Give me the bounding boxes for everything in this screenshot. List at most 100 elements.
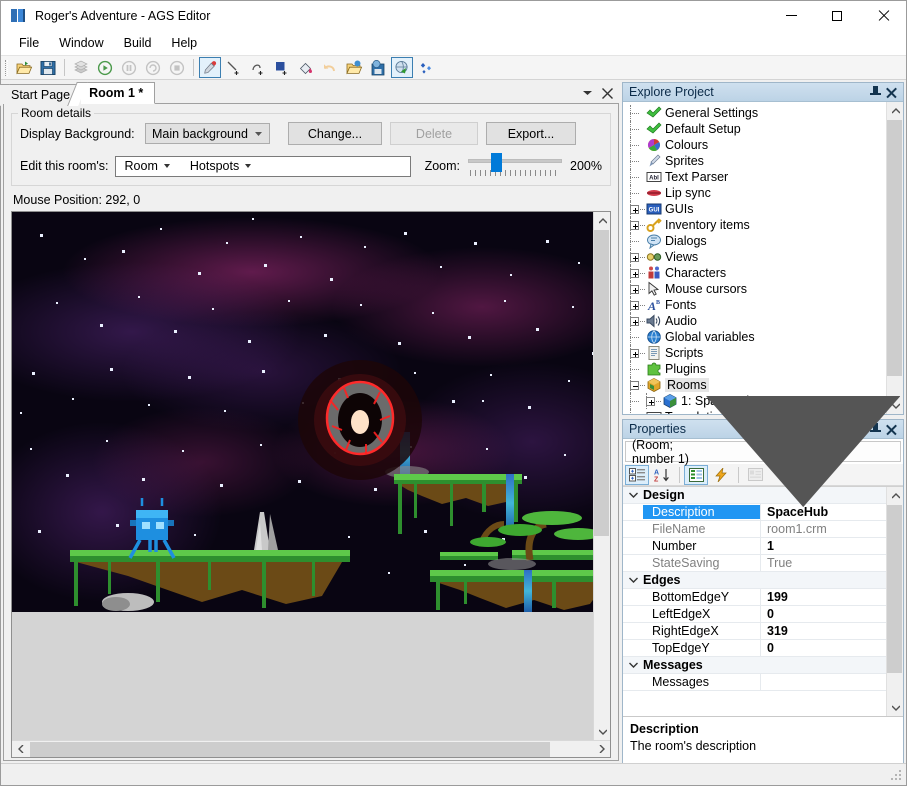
categorized-button[interactable] — [625, 464, 649, 485]
draw-rectangle-button[interactable] — [271, 57, 293, 78]
menu-file[interactable]: File — [9, 33, 49, 53]
property-value[interactable]: 1 — [760, 537, 886, 555]
explore-project-pin-button[interactable] — [867, 84, 883, 100]
fill-button[interactable] — [295, 57, 317, 78]
grid-scroll-down[interactable] — [887, 699, 904, 716]
tree-node-colours[interactable]: Colours — [623, 137, 886, 153]
room-background-image[interactable]: HOME — [12, 212, 593, 612]
tree-scroll-up[interactable] — [887, 102, 904, 119]
expand-node-button[interactable] — [629, 297, 645, 313]
zoom-slider[interactable] — [468, 153, 563, 179]
edit-layer-dropdown[interactable]: Hotspots — [186, 158, 255, 175]
tab-room-1[interactable]: Room 1 * — [81, 82, 156, 104]
menu-build[interactable]: Build — [114, 33, 162, 53]
tree-node-dialogs[interactable]: Dialogs — [623, 233, 886, 249]
maximize-button[interactable] — [814, 1, 860, 31]
property-row-number[interactable]: Number 1 — [623, 537, 886, 555]
expand-node-button[interactable] — [629, 217, 645, 233]
menu-window[interactable]: Window — [49, 33, 113, 53]
tree-node-default-setup[interactable]: Default Setup — [623, 121, 886, 137]
property-value[interactable]: 199 — [760, 588, 886, 606]
import-room-button[interactable] — [343, 57, 365, 78]
draw-freehand-button[interactable] — [247, 57, 269, 78]
menu-help[interactable]: Help — [161, 33, 207, 53]
vscroll-thumb[interactable] — [594, 230, 609, 537]
display-background-select[interactable]: Main background — [145, 123, 270, 144]
tree-node-rooms[interactable]: Rooms — [623, 377, 886, 393]
expand-node-button[interactable] — [629, 249, 645, 265]
property-value[interactable]: 0 — [760, 639, 886, 657]
tree-node-audio[interactable]: Audio — [623, 313, 886, 329]
tree-node-lip-sync[interactable]: Lip sync — [623, 185, 886, 201]
close-button[interactable] — [860, 1, 906, 31]
property-row-messages[interactable]: Messages — [623, 673, 886, 691]
property-value[interactable]: room1.crm — [760, 520, 886, 538]
property-row-bottomedgey[interactable]: BottomEdgeY 199 — [623, 588, 886, 606]
tree-node-inventory-items[interactable]: Inventory items — [623, 217, 886, 233]
tree-node-fonts[interactable]: A B Fonts — [623, 297, 886, 313]
open-project-button[interactable] — [13, 57, 35, 78]
canvas-horizontal-scrollbar[interactable] — [12, 740, 610, 757]
change-background-button[interactable]: Change... — [288, 122, 382, 145]
minimize-button[interactable] — [768, 1, 814, 31]
build-button[interactable] — [70, 57, 92, 78]
grid-scroll-track[interactable] — [887, 504, 903, 699]
save-room-button[interactable] — [367, 57, 389, 78]
collapse-node-button[interactable] — [629, 377, 645, 393]
toolbar-grip[interactable] — [5, 59, 8, 76]
tree-node-guis[interactable]: GUI GUIs — [623, 201, 886, 217]
property-row-topedgey[interactable]: TopEdgeY 0 — [623, 639, 886, 657]
undo-button[interactable] — [319, 57, 341, 78]
property-row-rightedgex[interactable]: RightEdgeX 319 — [623, 622, 886, 640]
property-row-statesaving[interactable]: StateSaving True — [623, 554, 886, 572]
resize-grip[interactable] — [890, 769, 904, 783]
room-canvas[interactable]: HOME — [12, 212, 593, 740]
explore-project-close-button[interactable] — [883, 84, 899, 100]
expand-node-button[interactable] — [645, 393, 661, 409]
expand-node-button[interactable] — [629, 265, 645, 281]
tree-node-views[interactable]: Views — [623, 249, 886, 265]
expand-node-button[interactable] — [629, 281, 645, 297]
property-value[interactable]: 0 — [760, 605, 886, 623]
tree-node-plugins[interactable]: Plugins — [623, 361, 886, 377]
edit-room-target-dropdown[interactable]: Room — [121, 158, 174, 175]
property-category-edges[interactable]: Edges — [623, 572, 886, 589]
property-category-messages[interactable]: Messages — [623, 657, 886, 674]
properties-grid-scrollbar[interactable] — [886, 487, 903, 716]
property-value[interactable]: True — [760, 554, 886, 572]
tree-node-text-parser[interactable]: Abl Text Parser — [623, 169, 886, 185]
save-button[interactable] — [37, 57, 59, 78]
vscroll-track[interactable] — [594, 229, 610, 723]
properties-grid[interactable]: Design Description SpaceHub FileName room1.c… — [623, 487, 886, 716]
property-value[interactable]: 319 — [760, 622, 886, 640]
property-row-leftedgex[interactable]: LeftEdgeX 0 — [623, 605, 886, 623]
tree-node-scripts[interactable]: Scripts — [623, 345, 886, 361]
step-button[interactable] — [142, 57, 164, 78]
tree-scroll-track[interactable] — [887, 119, 903, 397]
alphabetical-button[interactable]: A Z — [650, 465, 674, 485]
scroll-right-arrow[interactable] — [593, 741, 610, 758]
tree-scrollbar[interactable] — [886, 102, 903, 414]
export-background-button[interactable]: Export... — [486, 122, 576, 145]
property-value[interactable] — [760, 673, 886, 691]
tree-node-global-variables[interactable]: Global variables — [623, 329, 886, 345]
tree-node-mouse-cursors[interactable]: Mouse cursors — [623, 281, 886, 297]
scroll-up-arrow[interactable] — [594, 212, 610, 229]
scroll-down-arrow[interactable] — [594, 723, 610, 740]
property-row-filename[interactable]: FileName room1.crm — [623, 520, 886, 538]
tree-node-general-settings[interactable]: General Settings — [623, 105, 886, 121]
zoom-slider-thumb[interactable] — [491, 153, 503, 172]
color-picker-button[interactable] — [199, 57, 221, 78]
tree-node-sprites[interactable]: Sprites — [623, 153, 886, 169]
scroll-left-arrow[interactable] — [12, 741, 29, 758]
canvas-vertical-scrollbar[interactable] — [593, 212, 610, 740]
run-button[interactable] — [94, 57, 116, 78]
project-tree[interactable]: General Settings Default Setup Colours Spri… — [623, 102, 886, 414]
expand-node-button[interactable] — [629, 345, 645, 361]
tree-scroll-thumb[interactable] — [887, 120, 902, 376]
properties-object-selector[interactable]: (Room; number 1) — [625, 395, 901, 508]
draw-line-button[interactable] — [223, 57, 245, 78]
delete-background-button[interactable]: Delete — [390, 122, 478, 145]
stop-button[interactable] — [166, 57, 188, 78]
pause-button[interactable] — [118, 57, 140, 78]
